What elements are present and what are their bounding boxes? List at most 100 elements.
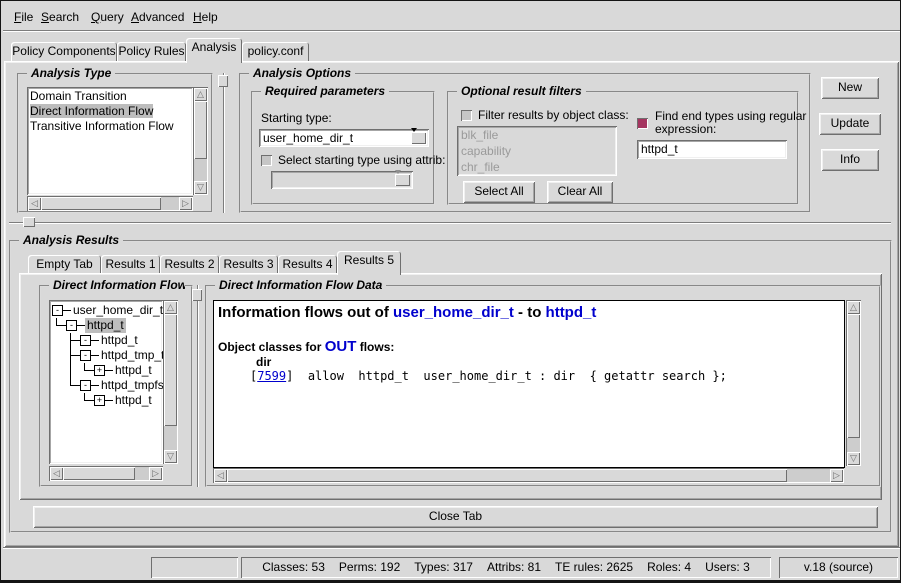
flow-tree-title: Direct Information Flow T [49, 278, 185, 292]
scrollbar-thumb[interactable] [63, 467, 135, 480]
scrollbar-thumb[interactable] [194, 101, 207, 159]
info-button[interactable]: Info [821, 149, 879, 171]
regex-input[interactable]: httpd_t [637, 140, 787, 159]
analysis-type-list[interactable]: Domain Transition Direct Information Flo… [27, 87, 193, 195]
tree-item-httpd-tmp-t[interactable]: -httpd_tmp_t [52, 348, 163, 363]
flow-data-hscrollbar[interactable]: ◁ ▷ [213, 468, 844, 483]
flow-tree-frame: Direct Information Flow T -user_home_dir… [39, 285, 193, 487]
attrib-checkbox[interactable] [261, 155, 272, 166]
new-button[interactable]: New [821, 77, 879, 99]
optional-filters-title: Optional result filters [457, 84, 586, 98]
tab-results-5[interactable]: Results 5 [337, 251, 401, 275]
statusbar-stats: Classes: 53Perms: 192Types: 317Attribs: … [241, 557, 771, 578]
analysis-options-title: Analysis Options [249, 66, 355, 80]
tab-results-1[interactable]: Results 1 [101, 255, 160, 273]
scrollbar-thumb[interactable] [847, 314, 860, 438]
tab-empty[interactable]: Empty Tab [28, 255, 101, 273]
dropdown-arrow-icon[interactable] [411, 132, 426, 144]
regex-label-line2: expression: [655, 122, 716, 136]
analysis-type-vscrollbar[interactable]: △ ▽ [193, 87, 208, 195]
tree-item-httpd-t[interactable]: +httpd_t [52, 393, 163, 408]
menu-search[interactable]: Search [35, 9, 85, 25]
tab-analysis[interactable]: Analysis [186, 38, 242, 63]
tab-policy-components[interactable]: Policy Components [11, 42, 117, 61]
scrollbar-thumb[interactable] [164, 314, 177, 426]
object-class-name: dir [256, 355, 271, 369]
analysis-page: Analysis Type Domain Transition Direct I… [4, 61, 899, 547]
flow-data-title: Direct Information Flow Data [215, 278, 386, 292]
list-item-transitive-information-flow[interactable]: Transitive Information Flow [27, 119, 193, 134]
flow-tree-vscrollbar[interactable]: △ ▽ [163, 300, 178, 464]
list-item-direct-information-flow[interactable]: Direct Information Flow [27, 104, 193, 119]
flow-tree[interactable]: -user_home_dir_t -httpd_t -httpd_t -http… [49, 300, 163, 464]
stat-perms: Perms: 192 [339, 560, 400, 574]
apol-window: File Search Query Advanced Help Policy C… [0, 0, 901, 583]
analysis-options-frame: Analysis Options Required parameters Sta… [239, 73, 811, 213]
tree-item-user-home-dir-t[interactable]: -user_home_dir_t [52, 303, 163, 318]
scroll-right-icon[interactable]: ▷ [149, 467, 162, 480]
menu-advanced[interactable]: Advanced [125, 9, 190, 25]
tree-item-httpd-t[interactable]: -httpd_t [52, 333, 163, 348]
pane-sash-handle[interactable] [218, 75, 228, 87]
pane-divider-line [197, 285, 199, 487]
scroll-down-icon[interactable]: ▽ [847, 452, 860, 465]
flow-data-text[interactable]: Information flows out of user_home_dir_t… [213, 300, 845, 468]
select-all-button[interactable]: Select All [463, 181, 535, 203]
tab-policy-rules[interactable]: Policy Rules [117, 42, 186, 61]
filter-by-class-checkbox[interactable] [461, 110, 472, 121]
tree-collapse-icon[interactable]: - [66, 320, 77, 331]
statusbar: Classes: 53Perms: 192Types: 317Attribs: … [1, 549, 901, 581]
scroll-left-icon[interactable]: ◁ [28, 197, 41, 210]
scroll-right-icon[interactable]: ▷ [830, 469, 843, 482]
pane-sash-handle[interactable] [192, 289, 202, 301]
clear-all-button[interactable]: Clear All [547, 181, 613, 203]
flow-tree-hscrollbar[interactable]: ◁ ▷ [49, 466, 163, 481]
rule-number-link[interactable]: 7599 [257, 369, 286, 383]
flow-heading: Information flows out of user_home_dir_t… [218, 304, 596, 321]
tree-expand-icon[interactable]: + [94, 365, 105, 376]
required-parameters-frame: Required parameters Starting type: user_… [251, 91, 435, 205]
pane-divider-line [9, 222, 891, 224]
list-item-domain-transition[interactable]: Domain Transition [27, 89, 193, 104]
attrib-combobox[interactable] [271, 171, 413, 189]
stat-users: Users: 3 [705, 560, 750, 574]
scroll-up-icon[interactable]: △ [194, 88, 207, 101]
object-class-list[interactable]: blk_file capability chr_file [457, 126, 617, 176]
stat-te-rules: TE rules: 2625 [555, 560, 633, 574]
menu-help[interactable]: Help [187, 9, 224, 25]
tab-results-2[interactable]: Results 2 [160, 255, 219, 273]
scroll-left-icon[interactable]: ◁ [214, 469, 227, 482]
menu-query[interactable]: Query [85, 9, 130, 25]
scroll-right-icon[interactable]: ▷ [179, 197, 192, 210]
tree-collapse-icon[interactable]: - [52, 305, 63, 316]
tree-item-httpd-tmpfs-t[interactable]: -httpd_tmpfs_t [52, 378, 163, 393]
regex-checkbox[interactable] [637, 118, 648, 129]
starting-type-combobox[interactable]: user_home_dir_t [259, 129, 429, 147]
statusbar-version: v.18 (source) [779, 557, 898, 578]
scrollbar-thumb[interactable] [227, 469, 787, 482]
tab-results-4[interactable]: Results 4 [278, 255, 337, 273]
scroll-up-icon[interactable]: △ [847, 301, 860, 314]
tree-item-httpd-t[interactable]: -httpd_t [52, 318, 163, 333]
scroll-down-icon[interactable]: ▽ [194, 181, 207, 194]
tree-collapse-icon[interactable]: - [80, 335, 91, 346]
tree-collapse-icon[interactable]: - [80, 350, 91, 361]
tree-collapse-icon[interactable]: - [80, 380, 91, 391]
scrollbar-thumb[interactable] [41, 197, 161, 210]
update-button[interactable]: Update [819, 113, 881, 135]
flow-data-vscrollbar[interactable]: △ ▽ [846, 300, 861, 466]
scroll-down-icon[interactable]: ▽ [164, 450, 177, 463]
list-item-blk-file: blk_file [457, 127, 617, 143]
scroll-left-icon[interactable]: ◁ [50, 467, 63, 480]
pane-sash-handle[interactable] [23, 217, 35, 227]
statusbar-empty-box [151, 557, 238, 578]
flow-subheading: Object classes for OUT flows: [218, 338, 394, 355]
tree-item-httpd-t[interactable]: +httpd_t [52, 363, 163, 378]
close-tab-button[interactable]: Close Tab [33, 506, 878, 528]
tab-results-3[interactable]: Results 3 [219, 255, 278, 273]
tree-expand-icon[interactable]: + [94, 395, 105, 406]
analysis-type-hscrollbar[interactable]: ◁ ▷ [27, 196, 193, 211]
tab-policy-conf[interactable]: policy.conf [242, 42, 309, 61]
starting-type-label: Starting type: [261, 111, 332, 125]
scroll-up-icon[interactable]: △ [164, 301, 177, 314]
